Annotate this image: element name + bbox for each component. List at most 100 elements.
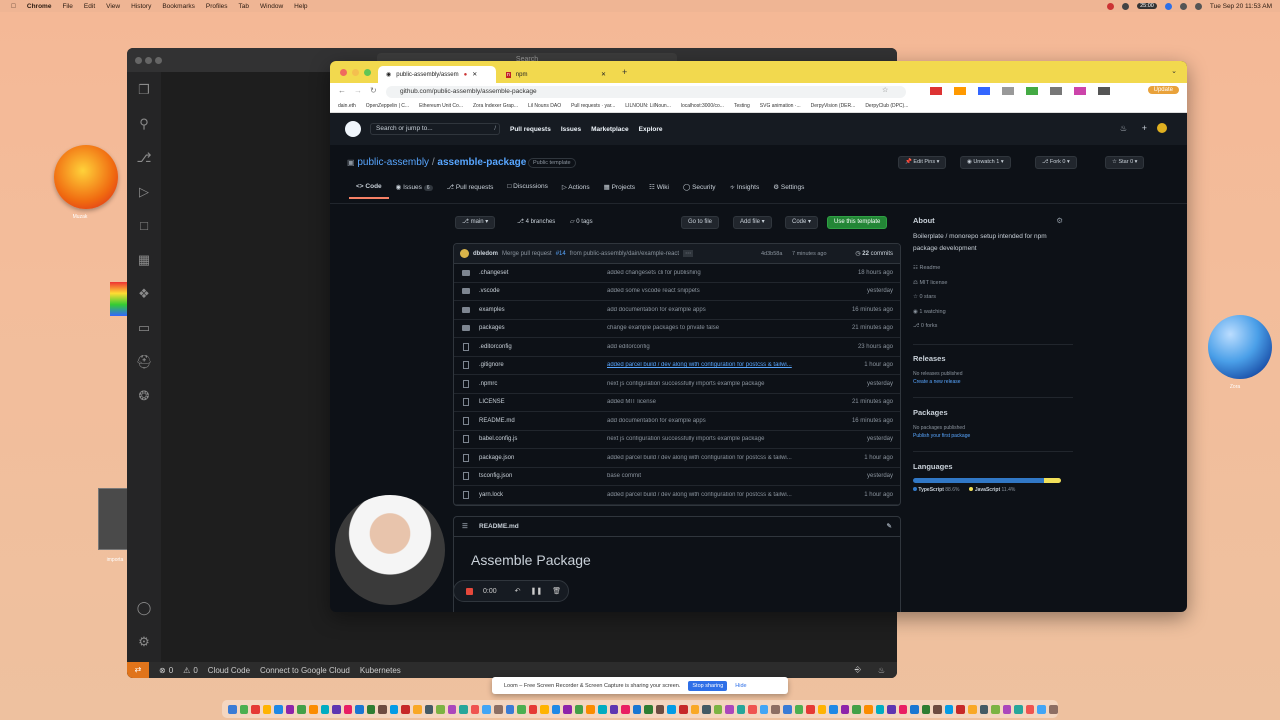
dock-app-icon[interactable] — [389, 704, 399, 714]
commit-message-link[interactable]: added parcel build / dev along with conf… — [607, 362, 837, 368]
tab-npm[interactable]: n npm ✕ — [498, 66, 614, 83]
dock-app-icon[interactable] — [424, 704, 434, 714]
menu-extra-icon[interactable] — [1122, 2, 1130, 10]
edit-pencil-icon[interactable]: ✎ — [887, 517, 892, 537]
dock-app-icon[interactable] — [991, 704, 1000, 714]
star-button[interactable]: ☆ Star 0 ▾ — [1105, 156, 1145, 169]
commit-message-link[interactable]: add editorconfig — [607, 344, 837, 350]
zoom-window-icon[interactable] — [364, 69, 371, 76]
tab-issues[interactable]: ◉ Issues 6 — [389, 183, 440, 199]
tab-search-icon[interactable]: ⌄ — [1171, 67, 1177, 75]
commit-message-link[interactable]: added some vscode react snippets — [607, 288, 837, 294]
docker-icon[interactable]: ⛑ — [136, 354, 153, 370]
commit-author[interactable]: dbledom — [473, 251, 498, 257]
remote-indicator-icon[interactable]: ⇄ — [127, 662, 149, 678]
tab-pull-requests[interactable]: ⎇ Pull requests — [440, 183, 501, 199]
cloud-code-icon[interactable]: ❖ — [136, 286, 152, 302]
nav-issues[interactable]: Issues — [561, 126, 581, 133]
stop-recording-icon[interactable] — [466, 587, 473, 595]
use-template-button[interactable]: Use this template — [827, 216, 888, 229]
account-icon[interactable]: ◯ — [136, 600, 152, 616]
dock-app-icon[interactable] — [401, 704, 410, 714]
dock-app-icon[interactable] — [933, 704, 942, 714]
minimize-window-icon[interactable] — [352, 69, 359, 76]
menu-window[interactable]: Window — [260, 3, 283, 10]
bookmark-item[interactable]: DerpyVision (DER... — [811, 103, 856, 109]
github-logo-icon[interactable] — [345, 121, 361, 137]
dock-app-icon[interactable] — [702, 704, 711, 714]
file-row[interactable]: yarn.lock added parcel build / dev along … — [454, 486, 900, 505]
packages-title[interactable]: Packages — [913, 408, 1073, 417]
dock-app-icon[interactable] — [725, 704, 734, 714]
nav-marketplace[interactable]: Marketplace — [591, 126, 629, 133]
close-window-icon[interactable] — [340, 69, 347, 76]
hide-button[interactable]: Hide — [735, 683, 746, 689]
file-name-link[interactable]: README.md — [479, 418, 515, 424]
update-button[interactable]: Update — [1147, 86, 1179, 94]
fork-button[interactable]: ⎇ Fork 0 ▾ — [1035, 156, 1077, 169]
desktop-image-icon[interactable] — [98, 488, 128, 550]
dock-app-icon[interactable] — [829, 704, 838, 714]
tab-close-icon[interactable]: ✕ — [472, 71, 477, 78]
repo-owner-link[interactable]: public-assembly — [357, 157, 429, 168]
dock-app-icon[interactable] — [332, 704, 341, 714]
bookmark-item[interactable]: Ethereum Unit Co... — [419, 103, 463, 109]
dock-app-icon[interactable] — [239, 704, 249, 714]
dock-app-icon[interactable] — [863, 704, 873, 714]
address-bar[interactable]: github.com/public-assembly/assemble-pack… — [386, 85, 906, 98]
add-file-button[interactable]: Add file ▾ — [733, 216, 772, 229]
bookmark-item[interactable]: OpenZeppelin | C... — [366, 103, 409, 109]
file-name-link[interactable]: packages — [479, 325, 505, 331]
bookmark-item[interactable]: LILNOUN: LilNoun... — [625, 103, 671, 109]
toc-list-icon[interactable]: ☰ — [462, 517, 468, 537]
tab-discussions[interactable]: □ Discussions — [500, 183, 554, 199]
desktop-file-icon[interactable] — [110, 282, 128, 316]
dock-app-icon[interactable] — [285, 704, 295, 714]
dock-app-icon[interactable] — [910, 704, 919, 714]
dock-app-icon[interactable] — [482, 704, 491, 714]
dock-app-icon[interactable] — [898, 704, 908, 714]
dock-app-icon[interactable] — [1048, 704, 1058, 714]
new-tab-icon[interactable]: + — [622, 67, 627, 77]
dock-app-icon[interactable] — [979, 704, 989, 714]
dock-app-icon[interactable] — [551, 704, 561, 714]
warnings-count[interactable]: 0 — [193, 666, 197, 675]
terminal-icon[interactable]: ▭ — [136, 320, 152, 336]
file-name-link[interactable]: babel.config.js — [479, 436, 517, 442]
create-new-icon[interactable]: + — [1142, 123, 1147, 133]
tab-settings[interactable]: ⚙ Settings — [766, 183, 811, 199]
pomodoro-timer[interactable]: 25:00 — [1137, 3, 1157, 9]
tab-wiki[interactable]: ☷ Wiki — [642, 183, 676, 199]
dock-app-icon[interactable] — [632, 704, 642, 714]
problems-count[interactable]: 0 — [169, 666, 173, 675]
dock-app-icon[interactable] — [320, 704, 330, 714]
notifications-bell-icon[interactable]: ♨ — [878, 666, 885, 675]
branches-link[interactable]: ⎇ 4 branches — [517, 218, 555, 225]
dock-app-icon[interactable] — [586, 704, 595, 714]
ellipsis-icon[interactable]: ⋯ — [683, 250, 694, 257]
dock-app-icon[interactable] — [887, 704, 896, 714]
dock-app-icon[interactable] — [621, 704, 630, 714]
commit-message-link[interactable]: added parcel build / dev along with conf… — [607, 455, 837, 461]
dock-app-icon[interactable] — [447, 704, 457, 714]
dock-app-icon[interactable] — [517, 704, 526, 714]
commits-link[interactable]: ◷ 22 commits — [855, 250, 893, 257]
language-typescript[interactable]: TypeScript 88.6% — [913, 486, 959, 493]
commit-message-link[interactable]: base commit — [607, 473, 837, 479]
file-name-link[interactable]: .npmrc — [479, 381, 497, 387]
commit-pr-link[interactable]: #14 — [556, 251, 566, 257]
tab-actions[interactable]: ▷ Actions — [555, 183, 597, 199]
commit-message-link[interactable]: add documentation for example apps — [607, 307, 837, 313]
file-name-link[interactable]: .changeset — [479, 270, 508, 276]
readme-link[interactable]: ☷ Readme — [913, 261, 1073, 276]
dock-app-icon[interactable] — [748, 704, 757, 714]
bookmark-item[interactable]: Testing — [734, 103, 750, 109]
create-release-link[interactable]: Create a new release — [913, 379, 1073, 385]
tab-security[interactable]: ◯ Security — [676, 183, 723, 199]
dock-app-icon[interactable] — [644, 704, 653, 714]
dock-app-icon[interactable] — [690, 704, 700, 714]
menu-edit[interactable]: Edit — [84, 3, 95, 10]
commit-message-link[interactable]: added MIT license — [607, 399, 837, 405]
stars-link[interactable]: ☆ 0 stars — [913, 290, 1073, 305]
record-status-icon[interactable] — [1107, 2, 1115, 10]
